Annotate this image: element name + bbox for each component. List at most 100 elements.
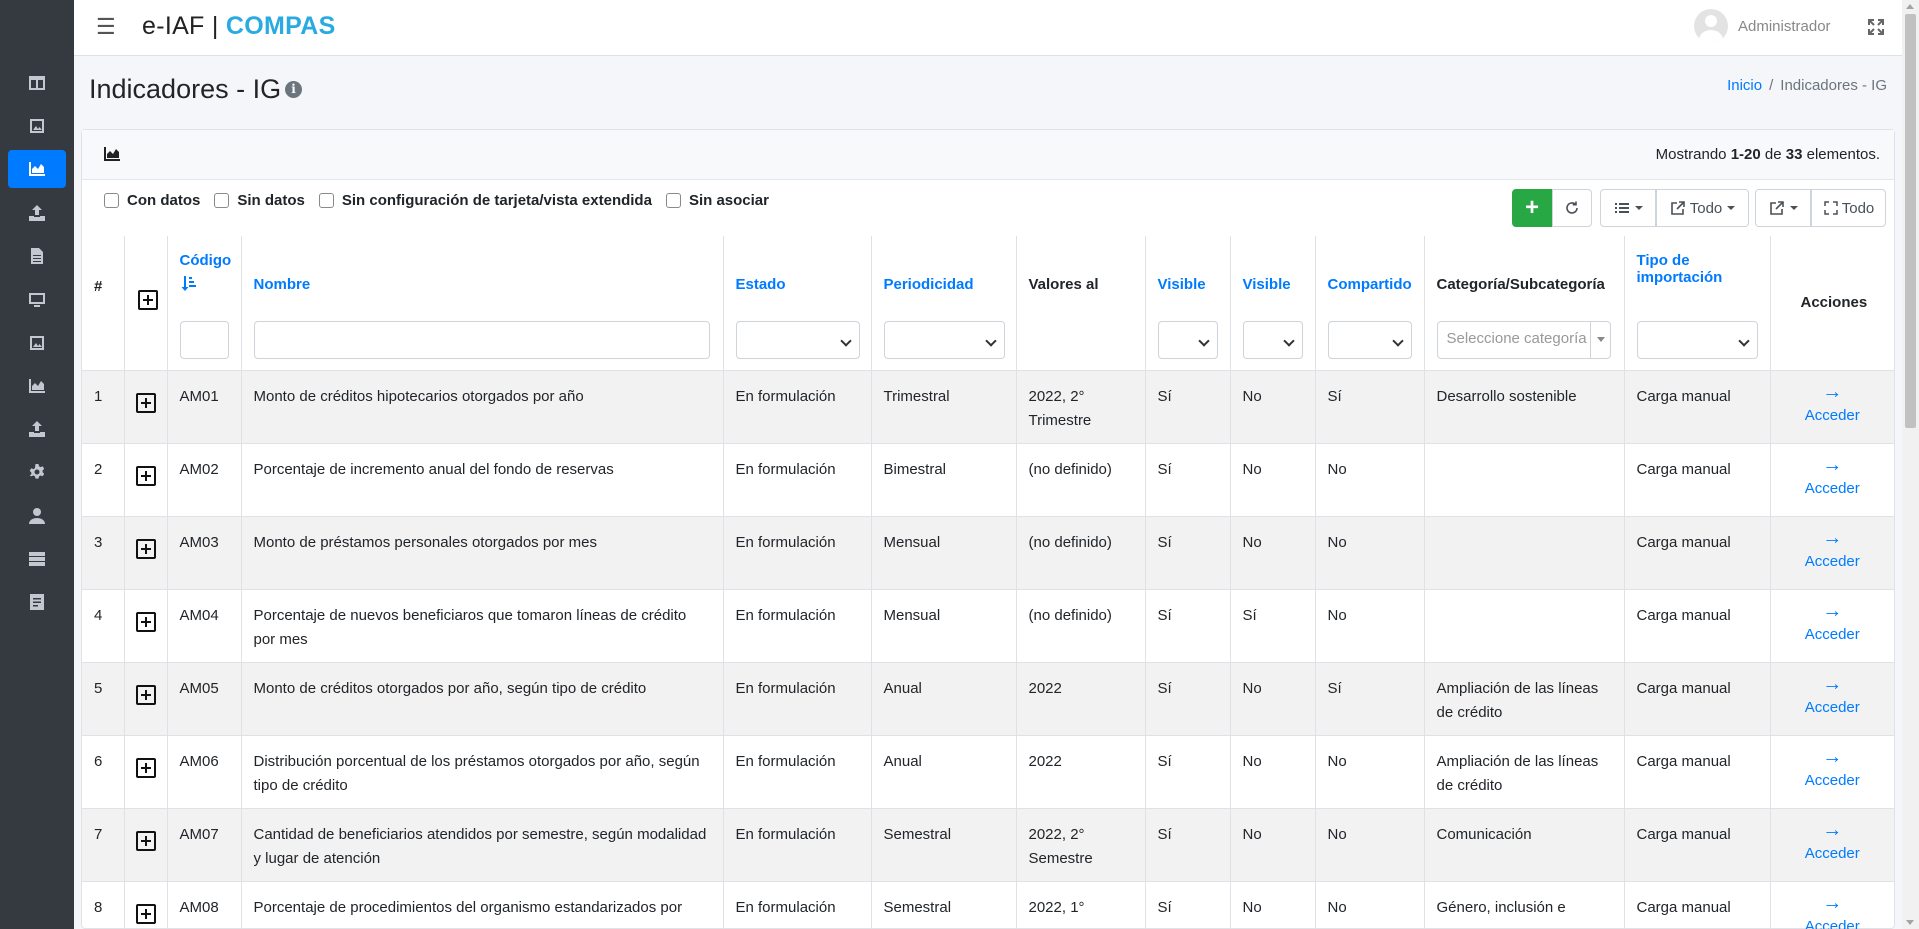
expand-row-icon[interactable] xyxy=(135,392,156,413)
arrow-right-icon[interactable]: → xyxy=(1783,673,1883,695)
header-label[interactable]: Nombre xyxy=(254,276,311,293)
sidebar-item-charts[interactable] xyxy=(8,367,66,405)
arrow-right-icon[interactable]: → xyxy=(1783,819,1883,841)
filter-sin-configuracion[interactable]: Sin configuración de tarjeta/vista exten… xyxy=(318,192,652,209)
sidebar-item-upload[interactable] xyxy=(8,194,66,232)
sidebar-item-monitor[interactable] xyxy=(8,281,66,319)
sidebar-item-settings[interactable] xyxy=(8,453,66,491)
sidebar-item-frames-2[interactable] xyxy=(8,324,66,362)
checkbox[interactable] xyxy=(104,193,119,208)
acceder-link[interactable]: Acceder xyxy=(1805,407,1860,424)
expand-all-icon[interactable] xyxy=(138,290,159,310)
header-label[interactable]: Compartido xyxy=(1328,276,1412,293)
acceder-link[interactable]: Acceder xyxy=(1805,699,1860,716)
sidebar-item-users[interactable] xyxy=(8,497,66,535)
header-estado[interactable]: Estado xyxy=(723,236,872,371)
show-all-button[interactable]: Todo xyxy=(1811,189,1886,227)
filter-sin-asociar[interactable]: Sin asociar xyxy=(665,192,769,209)
acceder-link[interactable]: Acceder xyxy=(1805,553,1860,570)
row-estado: En formulación xyxy=(723,443,872,517)
header-label[interactable]: Visible xyxy=(1158,276,1206,293)
info-icon[interactable]: i xyxy=(285,81,302,98)
estado-filter-select[interactable] xyxy=(735,321,860,359)
avatar[interactable] xyxy=(1694,9,1728,43)
visible-1-filter-select[interactable] xyxy=(1157,321,1218,359)
export-menu-button[interactable] xyxy=(1755,189,1811,227)
filter-con-datos[interactable]: Con datos xyxy=(104,192,200,209)
header-label[interactable]: Estado xyxy=(736,276,786,293)
compartido-filter-select[interactable] xyxy=(1327,321,1412,359)
export-todo-button[interactable]: Todo xyxy=(1656,189,1749,227)
refresh-button[interactable] xyxy=(1552,189,1592,227)
expand-row-icon[interactable] xyxy=(135,903,156,924)
header-tipo-importacion[interactable]: Tipo de importación xyxy=(1624,236,1771,371)
breadcrumb-separator: / xyxy=(1769,77,1774,94)
row-categoria: Ampliación de las líneas de crédito xyxy=(1424,735,1625,809)
arrow-right-icon[interactable]: → xyxy=(1783,527,1883,549)
arrow-right-icon[interactable]: → xyxy=(1783,746,1883,768)
header-visible-1[interactable]: Visible xyxy=(1145,236,1231,371)
sidebar-item-documents[interactable] xyxy=(8,237,66,275)
header-compartido[interactable]: Compartido xyxy=(1315,236,1425,371)
expand-row-icon[interactable] xyxy=(135,757,156,778)
arrow-right-icon[interactable]: → xyxy=(1783,892,1883,914)
acceder-link[interactable]: Acceder xyxy=(1805,918,1860,929)
header-label[interactable]: Periodicidad xyxy=(884,276,974,293)
header-label[interactable]: Tipo de importación xyxy=(1637,252,1723,286)
periodicidad-filter-select[interactable] xyxy=(883,321,1005,359)
sidebar-item-indicators[interactable] xyxy=(8,150,66,188)
header-nombre[interactable]: Nombre xyxy=(241,236,724,371)
acceder-link[interactable]: Acceder xyxy=(1805,480,1860,497)
sort-ascending-icon[interactable] xyxy=(180,274,198,292)
codigo-filter-input[interactable] xyxy=(179,321,229,359)
arrow-right-icon[interactable]: → xyxy=(1783,381,1883,403)
sidebar-item-dashboard[interactable] xyxy=(8,64,66,102)
header-visible-2[interactable]: Visible xyxy=(1230,236,1316,371)
scroll-up-icon[interactable] xyxy=(1906,4,1914,9)
categoria-filter-select[interactable]: Seleccione categoría xyxy=(1436,321,1611,359)
row-visible-2: No xyxy=(1230,808,1316,882)
row-code: AM01 xyxy=(167,370,242,444)
row-periodicidad: Mensual xyxy=(871,589,1017,663)
sidebar-item-upload-2[interactable] xyxy=(8,410,66,448)
arrow-right-icon[interactable]: → xyxy=(1783,454,1883,476)
arrow-right-icon[interactable]: → xyxy=(1783,600,1883,622)
acceder-link[interactable]: Acceder xyxy=(1805,845,1860,862)
expand-row-icon[interactable] xyxy=(135,830,156,851)
expand-row-icon[interactable] xyxy=(135,465,156,486)
tipo-filter-select[interactable] xyxy=(1636,321,1758,359)
scroll-down-icon[interactable] xyxy=(1906,920,1914,925)
sidebar-item-server[interactable] xyxy=(8,540,66,578)
sidebar-item-forms[interactable] xyxy=(8,583,66,621)
visible-2-filter-select[interactable] xyxy=(1242,321,1303,359)
checkbox[interactable] xyxy=(214,193,230,208)
row-categoria: Desarrollo sostenible xyxy=(1424,370,1625,444)
breadcrumb-home-link[interactable]: Inicio xyxy=(1727,77,1762,94)
filter-sin-datos[interactable]: Sin datos xyxy=(214,192,305,209)
expand-row-icon[interactable] xyxy=(135,684,156,705)
chevron-down-icon[interactable] xyxy=(1589,322,1610,358)
columns-toggle-button[interactable] xyxy=(1600,189,1656,227)
header-codigo[interactable]: Código xyxy=(167,236,242,371)
brand-name: COMPAS xyxy=(225,12,336,40)
header-label[interactable]: Código xyxy=(180,252,232,269)
expand-row-icon[interactable] xyxy=(135,538,156,559)
nombre-filter-input[interactable] xyxy=(253,321,710,359)
header-label[interactable]: Visible xyxy=(1243,276,1291,293)
categoria-placeholder: Seleccione categoría xyxy=(1446,330,1587,347)
checkbox[interactable] xyxy=(318,193,334,208)
add-button[interactable]: + xyxy=(1512,189,1552,227)
row-valores: 2022 xyxy=(1016,662,1146,736)
checkbox[interactable] xyxy=(665,193,681,208)
scrollbar-thumb[interactable] xyxy=(1905,14,1916,428)
hamburger-menu-icon[interactable]: ☰ xyxy=(96,16,116,38)
acceder-link[interactable]: Acceder xyxy=(1805,772,1860,789)
expand-row-icon[interactable] xyxy=(135,611,156,632)
sidebar-item-frames[interactable] xyxy=(8,107,66,145)
fullscreen-icon[interactable] xyxy=(1866,17,1886,37)
row-visible-1: Sí xyxy=(1145,589,1231,663)
user-name[interactable]: Administrador xyxy=(1738,18,1831,35)
page-scrollbar[interactable] xyxy=(1902,0,1919,929)
header-periodicidad[interactable]: Periodicidad xyxy=(871,236,1017,371)
acceder-link[interactable]: Acceder xyxy=(1805,626,1860,643)
